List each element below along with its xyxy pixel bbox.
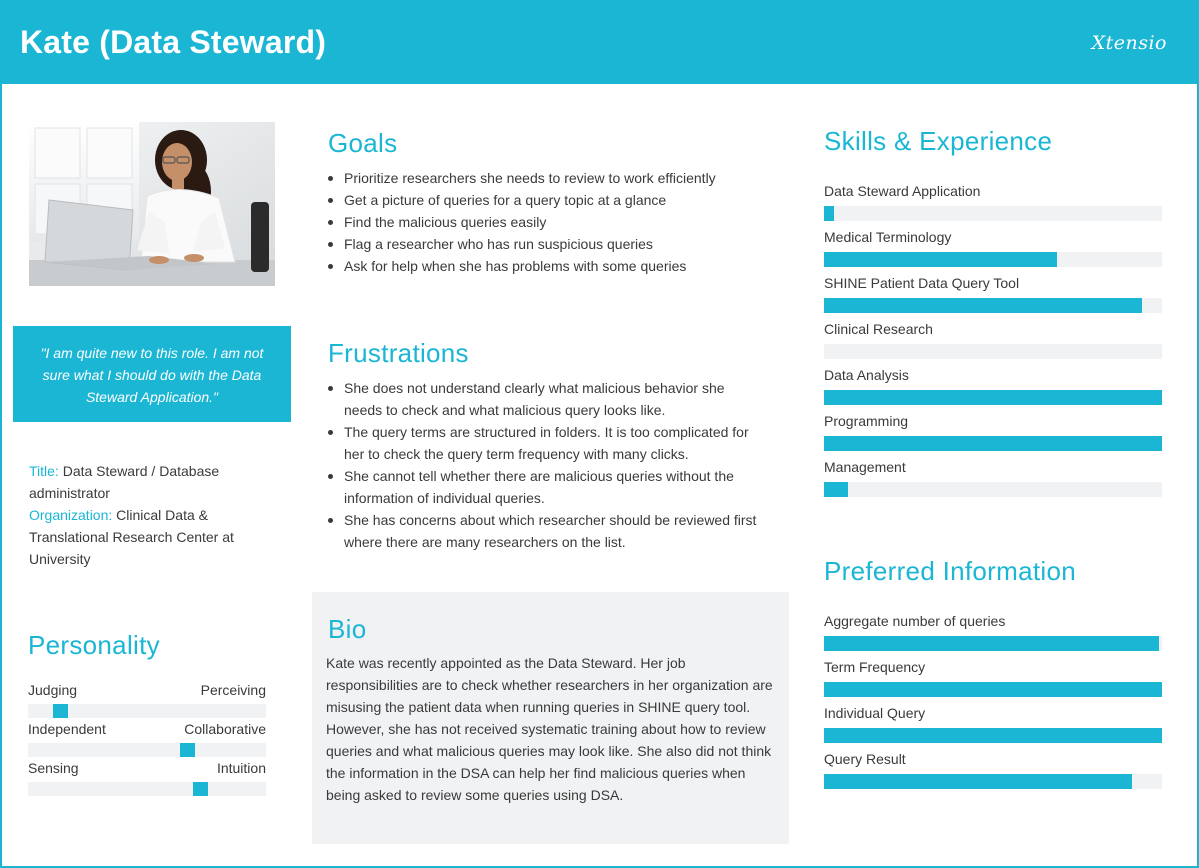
trait-slider-knob	[53, 704, 68, 718]
skill-item: Data Analysis	[824, 366, 1162, 412]
personality-trait: Independent Collaborative	[28, 721, 266, 757]
skill-item: Data Steward Application	[824, 182, 1162, 228]
list-item: Find the malicious queries easily	[326, 211, 786, 233]
skill-label: Data Analysis	[824, 367, 909, 383]
goals-list: Prioritize researchers she needs to revi…	[326, 167, 786, 277]
preferred-bar-track	[824, 682, 1162, 697]
preferred-label: Query Result	[824, 751, 906, 767]
skill-item: Programming	[824, 412, 1162, 458]
personality-trait: Judging Perceiving	[28, 682, 266, 718]
skill-item: SHINE Patient Data Query Tool	[824, 274, 1162, 320]
skill-label: Data Steward Application	[824, 183, 981, 199]
trait-slider-track	[28, 782, 266, 796]
skill-bar-track	[824, 252, 1162, 267]
list-item: The query terms are structured in folder…	[326, 421, 766, 465]
frustrations-heading: Frustrations	[328, 338, 469, 368]
skill-bar-track	[824, 344, 1162, 359]
list-item: Ask for help when she has problems with …	[326, 255, 786, 277]
skill-item: Management	[824, 458, 1162, 504]
xtensio-logo: Xtensio	[1091, 32, 1167, 54]
skills-heading: Skills & Experience	[824, 126, 1053, 156]
frustrations-list: She does not understand clearly what mal…	[326, 377, 766, 553]
trait-right-label: Intuition	[216, 760, 266, 776]
preferred-bar-fill	[824, 728, 1162, 743]
preferred-bar-track	[824, 774, 1162, 789]
preferred-item: Query Result	[824, 750, 1162, 796]
skill-label: Management	[824, 459, 906, 475]
skill-bar-fill	[824, 206, 835, 221]
preferred-label: Individual Query	[824, 705, 926, 721]
list-item: Prioritize researchers she needs to revi…	[326, 167, 786, 189]
preferred-bar-track	[824, 728, 1162, 743]
skills-list: Data Steward Application Medical Termino…	[824, 182, 1162, 504]
list-item: Flag a researcher who has run suspicious…	[326, 233, 786, 255]
skill-item: Medical Terminology	[824, 228, 1162, 274]
goals-heading: Goals	[328, 128, 398, 158]
bio-text: Kate was recently appointed as the Data …	[326, 655, 773, 803]
skill-bar-track	[824, 436, 1162, 451]
trait-slider-track	[28, 743, 266, 757]
persona-photo	[29, 122, 275, 286]
list-item: She cannot tell whether there are malici…	[326, 465, 766, 509]
preferred-label: Aggregate number of queries	[824, 613, 1006, 629]
skill-bar-fill	[824, 252, 1058, 267]
trait-left-label: Judging	[28, 682, 78, 698]
skill-item: Clinical Research	[824, 320, 1162, 366]
preferred-bar-track	[824, 636, 1162, 651]
skill-label: SHINE Patient Data Query Tool	[824, 275, 1020, 291]
trait-right-label: Perceiving	[200, 682, 266, 698]
bio-heading: Bio	[328, 614, 367, 644]
skill-bar-track	[824, 206, 1162, 221]
preferred-bar-fill	[824, 636, 1159, 651]
trait-left-label: Sensing	[28, 760, 79, 776]
trait-right-label: Collaborative	[184, 721, 266, 737]
skill-bar-track	[824, 482, 1162, 497]
personality-trait: Sensing Intuition	[28, 760, 266, 796]
preferred-item: Term Frequency	[824, 658, 1162, 704]
trait-left-label: Independent	[28, 721, 106, 737]
organization-key: Organization:	[29, 507, 113, 523]
preferred-heading: Preferred Information	[824, 556, 1076, 586]
skill-bar-track	[824, 298, 1162, 313]
header-bar: Kate (Data Steward) Xtensio	[2, 2, 1197, 84]
skill-bar-fill	[824, 390, 1162, 405]
list-item: She has concerns about which researcher …	[326, 509, 766, 553]
preferred-bar-fill	[824, 774, 1132, 789]
title-key: Title:	[29, 463, 59, 479]
skill-bar-fill	[824, 436, 1162, 451]
skill-label: Clinical Research	[824, 321, 933, 337]
trait-slider-knob	[193, 782, 208, 796]
trait-slider-knob	[180, 743, 195, 757]
preferred-item: Aggregate number of queries	[824, 612, 1162, 658]
skill-bar-fill	[824, 298, 1142, 313]
preferred-label: Term Frequency	[824, 659, 926, 675]
persona-meta: Title: Data Steward / Database administr…	[29, 460, 289, 570]
persona-quote: "I am quite new to this role. I am not s…	[13, 326, 291, 422]
skill-label: Programming	[824, 413, 909, 429]
preferred-item: Individual Query	[824, 704, 1162, 750]
list-item: Get a picture of queries for a query top…	[326, 189, 786, 211]
skill-bar-fill	[824, 482, 848, 497]
page-title: Kate (Data Steward)	[20, 24, 327, 60]
personality-heading: Personality	[28, 630, 160, 660]
trait-slider-track	[28, 704, 266, 718]
preferred-list: Aggregate number of queries Term Frequen…	[824, 612, 1162, 796]
preferred-bar-fill	[824, 682, 1162, 697]
skill-bar-track	[824, 390, 1162, 405]
skill-label: Medical Terminology	[824, 229, 952, 245]
list-item: She does not understand clearly what mal…	[326, 377, 766, 421]
